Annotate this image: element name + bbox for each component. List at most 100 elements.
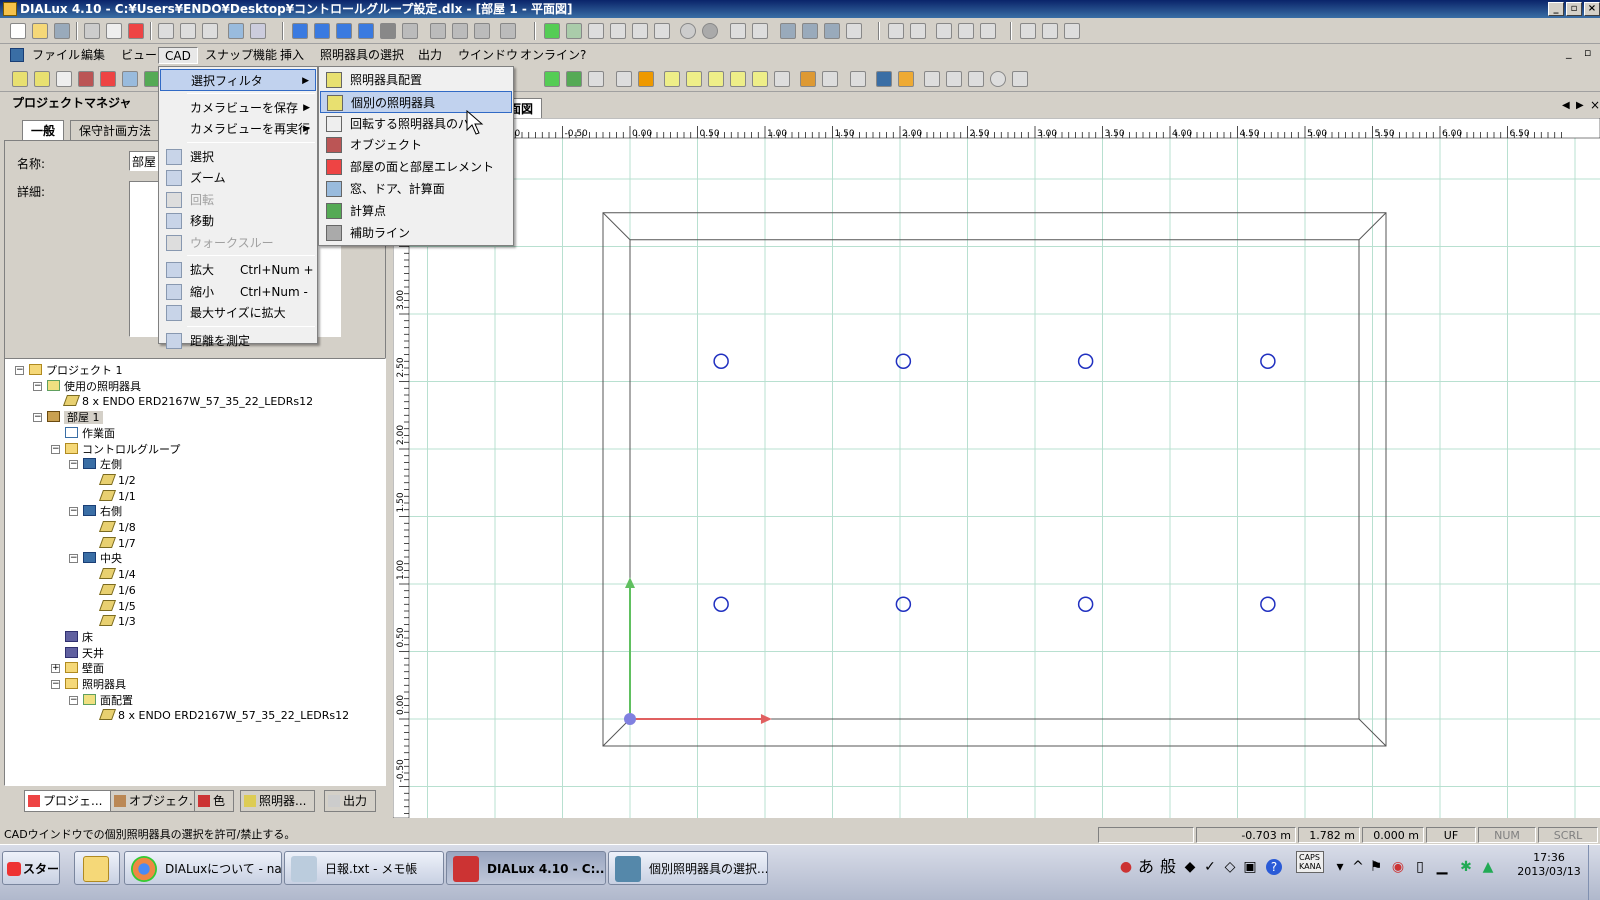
redo-icon[interactable] — [250, 23, 266, 39]
flag-icon[interactable]: ⚑ — [1368, 859, 1384, 875]
ime-icon[interactable]: ● — [1118, 859, 1134, 875]
tree-node[interactable]: 天井 — [65, 646, 104, 661]
filter-menu-item[interactable]: 計算点 — [320, 200, 512, 222]
close-button[interactable]: × — [1584, 2, 1600, 16]
insert-room2-icon[interactable] — [566, 71, 582, 87]
mdi-minimize-button[interactable]: _ — [1566, 46, 1572, 59]
tree-tool-icon[interactable] — [876, 71, 892, 87]
calc2-icon[interactable] — [452, 23, 468, 39]
cad-menu-item[interactable]: カメラビューを再実行 ▶ — [160, 118, 316, 140]
minimize-button[interactable]: _ — [1548, 2, 1564, 16]
layout3-icon[interactable] — [1064, 23, 1080, 39]
line-tool-icon[interactable] — [924, 71, 940, 87]
view-zoom-icon[interactable] — [402, 23, 418, 39]
doc2-icon[interactable] — [958, 23, 974, 39]
grid-icon[interactable] — [780, 23, 796, 39]
insert-room-icon[interactable] — [544, 71, 560, 87]
calc3-icon[interactable] — [474, 23, 490, 39]
tree-node[interactable]: 1/2 — [98, 473, 136, 488]
ime-tool4-icon[interactable]: ▣ — [1242, 859, 1258, 875]
tab-prev-icon[interactable]: ◀ — [1562, 100, 1570, 111]
show-desktop-button[interactable] — [1588, 845, 1600, 900]
room2-icon[interactable] — [566, 23, 582, 39]
arrow-tool-icon[interactable] — [730, 23, 746, 39]
doc3-icon[interactable] — [980, 23, 996, 39]
tree-expander[interactable]: − — [51, 444, 60, 454]
light4-icon[interactable] — [654, 23, 670, 39]
tree-expander[interactable]: + — [51, 664, 60, 674]
light-icon[interactable] — [588, 23, 604, 39]
light2-icon[interactable] — [610, 23, 626, 39]
menu-luminaire-select[interactable]: 照明器具の選択 — [314, 47, 410, 64]
tree-expander[interactable]: − — [69, 554, 78, 564]
shape5-icon[interactable] — [752, 71, 768, 87]
tree-expander[interactable]: − — [69, 507, 78, 517]
pdf-icon[interactable] — [128, 23, 144, 39]
cad-menu-item[interactable]: カメラビューを保存 ▶ — [160, 97, 316, 119]
menu-snap[interactable]: スナップ機能 — [199, 47, 283, 64]
cad-menu-item[interactable]: 拡大 Ctrl+Num + — [160, 259, 316, 281]
bottom-tab-luminaires[interactable]: 照明器... — [240, 790, 316, 812]
tree-expander[interactable]: − — [15, 366, 24, 375]
shape2-icon[interactable] — [686, 71, 702, 87]
view-side-icon[interactable] — [336, 23, 352, 39]
cad-menu-item[interactable]: 移動 — [160, 210, 316, 232]
new-file-icon[interactable] — [10, 23, 26, 39]
dxf-icon[interactable] — [846, 23, 862, 39]
tree-node[interactable]: コントロルグループ — [65, 442, 180, 457]
ime-tool2-icon[interactable]: ✓ — [1202, 859, 1218, 875]
tree-node[interactable]: 左側 — [83, 457, 122, 472]
start-button[interactable]: スタート — [2, 851, 60, 885]
insert-roof-icon[interactable] — [588, 71, 604, 87]
table2-icon[interactable] — [910, 23, 926, 39]
curve-tool-icon[interactable] — [968, 71, 984, 87]
filter-menu-item[interactable]: 補助ライン — [320, 222, 512, 244]
select-obj-tool-icon[interactable] — [78, 71, 94, 87]
filter-menu-item[interactable]: 部屋の面と部屋エレメント — [320, 156, 512, 178]
shape3-icon[interactable] — [708, 71, 724, 87]
tree-node[interactable]: 1/5 — [98, 599, 136, 614]
bottom-tab-output[interactable]: 出力 — [324, 790, 377, 812]
tray-expand-icon[interactable]: ^ — [1350, 859, 1366, 875]
cad-menu-item[interactable]: 選択 — [160, 146, 316, 168]
lum-tool-icon[interactable] — [898, 71, 914, 87]
view-shade-icon[interactable] — [380, 23, 396, 39]
select-tool-icon[interactable] — [12, 71, 28, 87]
circle-tool-icon[interactable] — [990, 71, 1006, 87]
menu-cad[interactable]: CAD — [158, 47, 198, 64]
tree-node[interactable]: 作業面 — [65, 426, 115, 441]
tree-node[interactable]: 中央 — [83, 551, 122, 566]
tree-expander[interactable]: − — [69, 695, 78, 705]
paste-icon[interactable] — [202, 23, 218, 39]
tree-expander[interactable]: − — [51, 680, 60, 689]
layout-icon[interactable] — [1020, 23, 1036, 39]
sync-icon[interactable]: ✱ — [1458, 859, 1474, 875]
filter-menu-item[interactable]: 照明器具配置 — [320, 69, 512, 91]
plan-view-svg[interactable]: -1.00-0.500.000.501.001.502.002.503.003.… — [393, 118, 1600, 818]
grid2-icon[interactable] — [802, 23, 818, 39]
copy-icon[interactable] — [180, 23, 196, 39]
print-icon[interactable] — [84, 23, 100, 39]
tab-close-icon[interactable]: × — [1590, 98, 1600, 112]
select-room-tool-icon[interactable] — [100, 71, 116, 87]
help-icon[interactable]: ? — [1266, 859, 1282, 875]
drive-icon[interactable]: ▲ — [1480, 859, 1496, 875]
menu-help[interactable]: ? — [574, 47, 592, 64]
table-icon[interactable] — [888, 23, 904, 39]
layout2-icon[interactable] — [1042, 23, 1058, 39]
view-front-icon[interactable] — [358, 23, 374, 39]
mdi-restore-button[interactable]: ▫ — [1584, 46, 1591, 59]
cad-menu-item[interactable]: 距離を測定 — [160, 330, 316, 352]
shape6-icon[interactable] — [774, 71, 790, 87]
shape4-icon[interactable] — [730, 71, 746, 87]
tool-x-icon[interactable] — [850, 71, 866, 87]
taskbar-notepad[interactable]: 日報.txt - メモ帳 — [284, 851, 444, 885]
tree-node[interactable]: 8 x ENDO ERD2167W_57_35_22_LEDRs12 — [98, 708, 349, 723]
tree-expander[interactable]: − — [33, 381, 42, 391]
bottom-tab-colors[interactable]: 色 — [194, 790, 235, 812]
filter-menu-item[interactable]: 窓、ドア、計算面 — [320, 178, 512, 200]
polyline-tool-icon[interactable] — [946, 71, 962, 87]
tree-node[interactable]: 1/8 — [98, 520, 136, 535]
ime-options-icon[interactable]: ▾ — [1332, 859, 1348, 875]
tree-node[interactable]: 1/6 — [98, 583, 136, 598]
